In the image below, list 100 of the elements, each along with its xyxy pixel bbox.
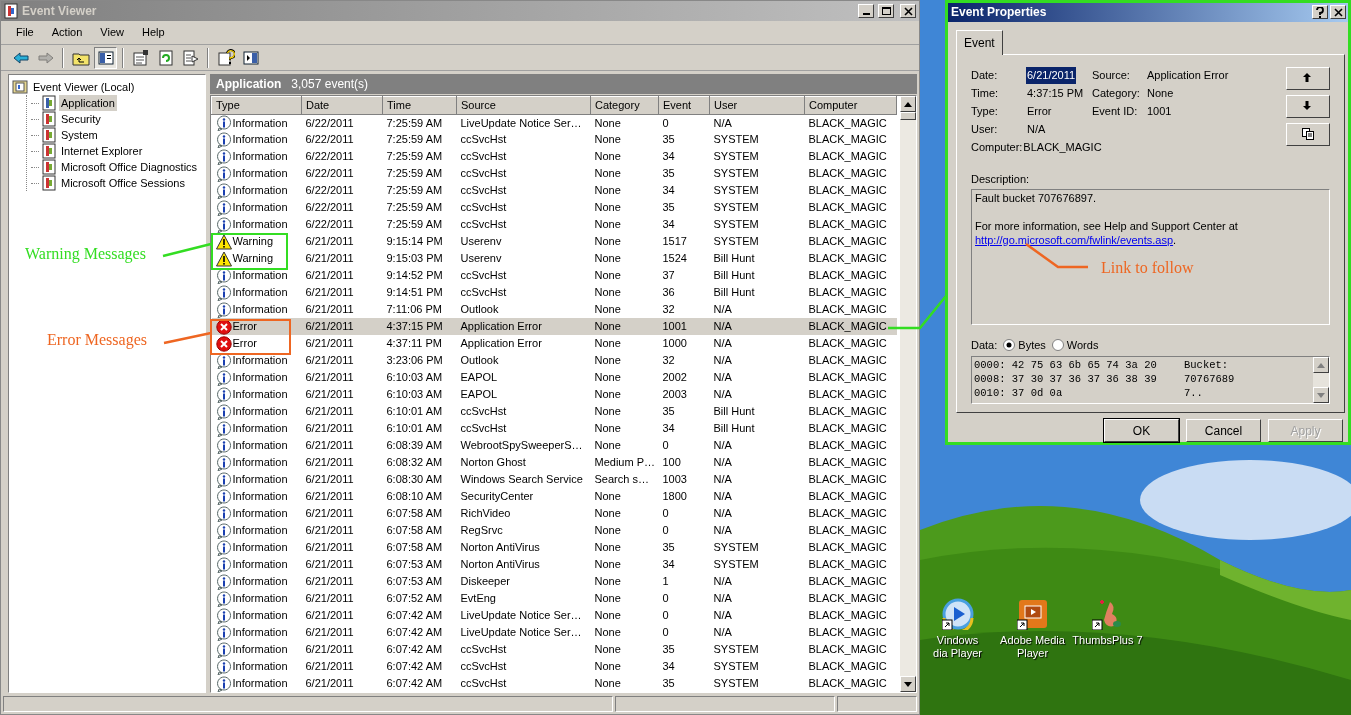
table-cell: BLACK_MAGIC xyxy=(808,490,887,503)
log-icon xyxy=(42,111,56,127)
menu-item[interactable]: View xyxy=(91,22,133,43)
table-cell: BLACK_MAGIC xyxy=(808,286,887,299)
radio-label[interactable]: Words xyxy=(1066,336,1099,354)
table-cell: ccSvcHst xyxy=(460,677,507,690)
table-cell: 0 xyxy=(662,592,669,605)
information-icon xyxy=(215,165,232,182)
media-player-icon[interactable] xyxy=(1016,598,1049,630)
table-cell: 32 xyxy=(662,303,675,316)
table-cell: SYSTEM xyxy=(713,218,759,231)
radio-label[interactable]: Bytes xyxy=(1018,336,1046,354)
column-header[interactable]: Time xyxy=(382,96,457,114)
menu-item[interactable]: Help xyxy=(132,22,174,43)
table-cell: 6:08:39 AM xyxy=(386,439,443,452)
menu-item[interactable]: File xyxy=(7,22,43,43)
table-cell: 0 xyxy=(662,524,669,537)
tree-item[interactable]: Microsoft Office Diagnostics xyxy=(59,158,200,176)
field-label: Category: xyxy=(1092,86,1141,102)
close-button[interactable] xyxy=(900,4,916,18)
table-cell: None xyxy=(594,575,621,588)
selected-row[interactable]: Error 6/21/2011 4:37:15 PM Application Error None 1001 N/A BLACK_MAGIC xyxy=(211,318,897,335)
table-cell: Bill Hunt xyxy=(713,269,755,282)
minimize-button[interactable] xyxy=(858,4,874,18)
scroll-up-button[interactable] xyxy=(1313,357,1329,373)
tree-item[interactable]: Security xyxy=(59,110,103,128)
field-label: Event ID: xyxy=(1092,104,1139,120)
table-cell: Bill Hunt xyxy=(713,286,755,299)
table-cell: 6:07:53 AM xyxy=(386,575,443,588)
information-icon xyxy=(215,369,232,386)
column-header[interactable]: Source xyxy=(456,96,591,114)
media-player-icon[interactable] xyxy=(941,598,974,630)
table-cell: BLACK_MAGIC xyxy=(808,592,887,605)
table-cell: 6/22/2011 xyxy=(305,167,354,180)
tree-item[interactable]: System xyxy=(59,126,100,144)
table-cell-text: Information xyxy=(232,642,288,658)
column-header[interactable]: Date xyxy=(301,96,383,114)
table-cell: 6:07:58 AM xyxy=(386,524,443,537)
desktop-icon-label[interactable]: Adobe Media Player xyxy=(1000,634,1065,660)
table-cell: 7:25:59 AM xyxy=(386,218,443,231)
tree-item[interactable]: Event Viewer (Local) xyxy=(31,78,137,96)
scroll-down-button[interactable] xyxy=(900,676,916,692)
maximize-button[interactable] xyxy=(878,4,894,18)
field-value: Error xyxy=(1026,104,1053,120)
information-icon xyxy=(215,437,232,454)
scroll-thumb[interactable] xyxy=(900,112,916,120)
radio-button[interactable] xyxy=(1003,339,1016,351)
menu-item[interactable]: Action xyxy=(42,22,92,43)
tree-item[interactable]: Application xyxy=(59,94,117,112)
toolbar-button[interactable] xyxy=(94,46,117,69)
table-cell-text: Information xyxy=(232,591,288,607)
table-cell: 6:07:42 AM xyxy=(386,660,443,673)
radio-button[interactable] xyxy=(1051,339,1064,351)
table-cell: None xyxy=(594,252,621,265)
table-cell: 35 xyxy=(662,677,675,690)
tree-item[interactable]: Internet Explorer xyxy=(59,142,145,160)
scroll-down-button[interactable] xyxy=(1313,387,1329,403)
dialog-button[interactable]: Cancel xyxy=(1186,419,1261,442)
column-header[interactable]: Type xyxy=(211,96,302,114)
table-cell: 6:07:42 AM xyxy=(386,609,443,622)
table-cell: N/A xyxy=(713,388,732,401)
table-cell: None xyxy=(594,269,621,282)
information-icon xyxy=(215,148,232,165)
column-header[interactable]: Category xyxy=(590,96,659,114)
close-button[interactable] xyxy=(1330,5,1346,20)
table-cell: 3:23:06 PM xyxy=(386,354,443,367)
desktop-icon-label[interactable]: ThumbsPlus 7 xyxy=(1072,634,1143,647)
table-cell-text: Information xyxy=(232,608,288,624)
table-cell: N/A xyxy=(713,371,732,384)
table-cell: 6/21/2011 xyxy=(305,541,354,554)
table-cell: 6/21/2011 xyxy=(305,303,354,316)
tree-item[interactable]: Microsoft Office Sessions xyxy=(59,174,187,192)
column-header[interactable]: Computer xyxy=(804,96,897,114)
table-cell: None xyxy=(594,320,621,333)
table-cell: BLACK_MAGIC xyxy=(808,167,887,180)
table-cell-text: Information xyxy=(232,132,288,148)
previous-button[interactable] xyxy=(1286,66,1330,90)
next-button[interactable] xyxy=(1286,94,1330,118)
dialog-button[interactable]: OK xyxy=(1104,419,1179,442)
table-cell: 6/22/2011 xyxy=(305,150,354,163)
copy-button[interactable] xyxy=(1286,122,1330,146)
table-cell: BLACK_MAGIC xyxy=(808,303,887,316)
scrollbar[interactable] xyxy=(900,96,916,692)
table-cell: 6/21/2011 xyxy=(305,405,354,418)
information-icon xyxy=(215,420,232,437)
scroll-up-button[interactable] xyxy=(900,96,916,112)
help-button[interactable] xyxy=(1312,5,1328,20)
tab[interactable]: Event xyxy=(956,29,1003,55)
down-arrow-icon xyxy=(1317,392,1325,398)
table-cell: 0 xyxy=(662,439,669,452)
table-cell: 35 xyxy=(662,541,675,554)
table-cell: 6/21/2011 xyxy=(305,269,354,282)
table-cell-text: Information xyxy=(232,149,288,165)
desktop-icon-label[interactable]: Vindows dia Player xyxy=(933,634,982,660)
table-cell: 35 xyxy=(662,133,675,146)
column-header[interactable]: User xyxy=(709,96,805,114)
table-cell: EAPOL xyxy=(460,388,498,401)
table-cell: None xyxy=(594,286,621,299)
scrollbar[interactable] xyxy=(1313,357,1329,403)
column-header[interactable]: Event xyxy=(658,96,710,114)
